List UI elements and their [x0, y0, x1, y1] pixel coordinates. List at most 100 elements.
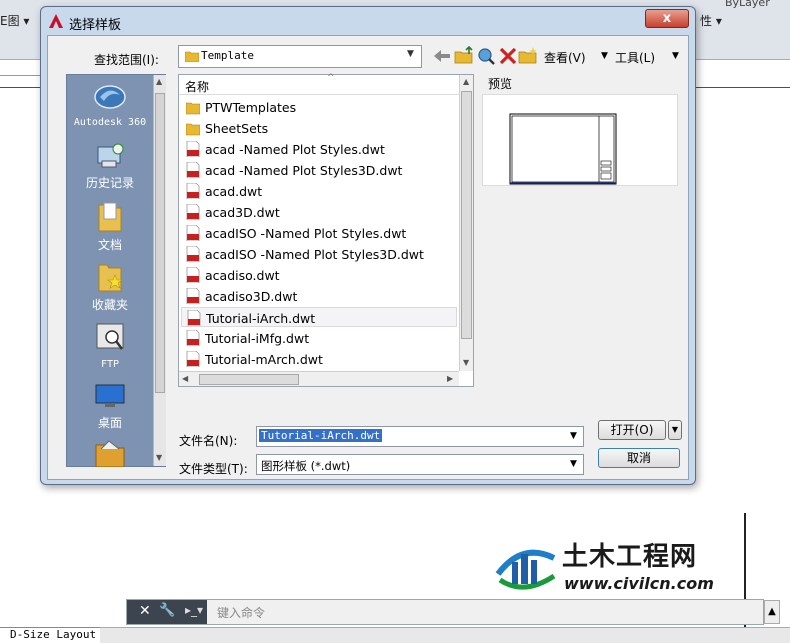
folder-icon [186, 123, 200, 136]
back-arrow-icon[interactable] [432, 46, 452, 66]
dwt-file-icon [186, 246, 200, 262]
file-row[interactable]: acad -Named Plot Styles3D.dwt [181, 160, 457, 180]
dialog-title: 选择样板 [69, 18, 122, 33]
command-scroll-button[interactable]: ▲ [764, 600, 780, 624]
place-history[interactable]: 历史记录 [67, 141, 153, 191]
autocad-logo-icon [49, 14, 63, 28]
layout-tab[interactable]: D-Size Layout [0, 627, 100, 643]
delete-icon[interactable] [498, 46, 518, 66]
scrollbar-thumb[interactable] [155, 93, 165, 393]
folder-row[interactable]: PTWTemplates [181, 97, 457, 117]
file-list: 名称 ^ PTWTemplates SheetSets acad -Named Pl… [178, 73, 474, 387]
look-in-label: 查找范围(I): [94, 53, 159, 67]
new-folder-icon[interactable] [518, 46, 538, 66]
file-row[interactable]: acadISO -Named Plot Styles3D.dwt [181, 244, 457, 264]
file-name: acad -Named Plot Styles.dwt [205, 142, 385, 157]
background-layer-label: ByLayer [725, 0, 770, 9]
view-menu[interactable]: 查看(V) [544, 49, 586, 66]
file-row[interactable]: acad -Named Plot Styles.dwt [181, 139, 457, 159]
close-button[interactable]: x [645, 9, 689, 28]
dwt-file-icon [186, 330, 200, 346]
file-row[interactable]: Tutorial-iMfg.dwt [181, 328, 457, 348]
file-name: SheetSets [205, 121, 269, 136]
dwt-file-icon [187, 310, 201, 326]
network-folder-icon[interactable] [93, 439, 127, 467]
look-in-value: Template [201, 49, 254, 62]
file-row[interactable]: acad.dwt [181, 181, 457, 201]
command-line: ✕ 🔧 ▸_▾ 键入命令 [126, 599, 764, 625]
place-documents[interactable]: 文档 [67, 201, 153, 253]
dwt-file-icon [186, 183, 200, 199]
background-properties-label[interactable]: 性 ▾ [700, 12, 722, 29]
cancel-button[interactable]: 取消 [598, 448, 680, 468]
preview-pane [482, 94, 678, 186]
chevron-down-icon[interactable]: ▼ [601, 51, 608, 61]
file-name-input[interactable]: Tutorial-iArch.dwt ▼ [256, 426, 584, 447]
up-folder-icon[interactable] [454, 46, 474, 66]
file-name: acad -Named Plot Styles3D.dwt [205, 163, 403, 178]
open-button[interactable]: 打开(O) [598, 420, 666, 440]
dwt-file-icon [186, 204, 200, 220]
file-list-horizontal-scrollbar[interactable]: ◀ ▶ [179, 371, 459, 386]
scrollbar-thumb[interactable] [461, 91, 472, 339]
file-type-label: 文件类型(T): [179, 462, 248, 476]
search-web-icon[interactable] [476, 46, 496, 66]
place-label: FTP [100, 359, 120, 370]
file-name-label: 文件名(N): [179, 434, 238, 448]
place-autodesk-360[interactable]: Autodesk 360 [67, 81, 153, 128]
cloud-icon [94, 85, 126, 109]
dialog-body: 查找范围(I): Template ▼ 查看(V) ▼ 工具(L) ▼ Auto… [47, 35, 689, 480]
open-options-dropdown[interactable]: ▼ [668, 420, 682, 440]
column-header-name[interactable]: 名称 ^ [179, 73, 459, 95]
dwt-file-icon [186, 351, 200, 367]
chevron-down-icon[interactable]: ▼ [570, 431, 577, 441]
command-prompt-icon[interactable]: ▸_▾ [185, 603, 203, 617]
watermark-logo: 土木工程网 www.civilcn.com [492, 532, 732, 602]
file-row[interactable]: acadiso.dwt [181, 265, 457, 285]
folder-icon [186, 102, 200, 115]
file-row[interactable]: acad3D.dwt [181, 202, 457, 222]
file-name: Tutorial-iMfg.dwt [205, 331, 310, 346]
file-name: acadiso3D.dwt [205, 289, 298, 304]
file-row[interactable]: Tutorial-iArch.dwt [181, 307, 457, 327]
file-type-value: 图形样板 (*.dwt) [261, 459, 351, 473]
place-favorites[interactable]: 收藏夹 [67, 261, 153, 313]
file-row[interactable]: acadISO -Named Plot Styles.dwt [181, 223, 457, 243]
sort-arrow-icon: ^ [327, 73, 335, 83]
favorites-folder-icon [98, 264, 123, 292]
place-ftp[interactable]: FTP [67, 321, 153, 370]
file-row[interactable]: Tutorial-mArch.dwt [181, 349, 457, 369]
file-name-value[interactable]: Tutorial-iArch.dwt [259, 429, 383, 442]
chevron-down-icon[interactable]: ▼ [407, 49, 414, 59]
places-scrollbar[interactable]: ▲ ▼ [153, 75, 166, 466]
dialog-titlebar[interactable]: 选择样板 x [41, 7, 695, 35]
place-label: 收藏夹 [91, 298, 128, 312]
ftp-icon [96, 323, 124, 350]
command-input[interactable]: 键入命令 [217, 604, 265, 621]
scrollbar-thumb[interactable] [199, 374, 299, 385]
file-type-dropdown[interactable]: 图形样板 (*.dwt) ▼ [256, 454, 584, 475]
chevron-down-icon[interactable]: ▼ [672, 51, 679, 61]
chevron-down-icon[interactable]: ▼ [570, 459, 577, 469]
watermark-title: 土木工程网 [562, 542, 698, 572]
file-name: acadiso.dwt [205, 268, 280, 283]
status-strip [100, 627, 790, 643]
civilcn-logo-icon [495, 549, 556, 590]
place-label: 历史记录 [85, 176, 134, 190]
background-menu-label[interactable]: E图 ▾ [0, 12, 29, 29]
folder-row[interactable]: SheetSets [181, 118, 457, 138]
file-name: acad3D.dwt [205, 205, 280, 220]
look-in-dropdown[interactable]: Template ▼ [178, 45, 422, 68]
folder-icon [185, 51, 199, 62]
dwt-file-icon [186, 225, 200, 241]
close-icon[interactable]: ✕ [139, 603, 151, 619]
place-desktop[interactable]: 桌面 [67, 381, 153, 431]
file-list-vertical-scrollbar[interactable]: ▲ ▼ [459, 75, 473, 371]
wrench-icon[interactable]: 🔧 [159, 603, 175, 618]
column-header-label: 名称 [185, 80, 210, 94]
dwt-file-icon [186, 267, 200, 283]
dwt-file-icon [186, 141, 200, 157]
desktop-icon [95, 384, 125, 407]
tools-menu[interactable]: 工具(L) [615, 49, 655, 66]
file-row[interactable]: acadiso3D.dwt [181, 286, 457, 306]
